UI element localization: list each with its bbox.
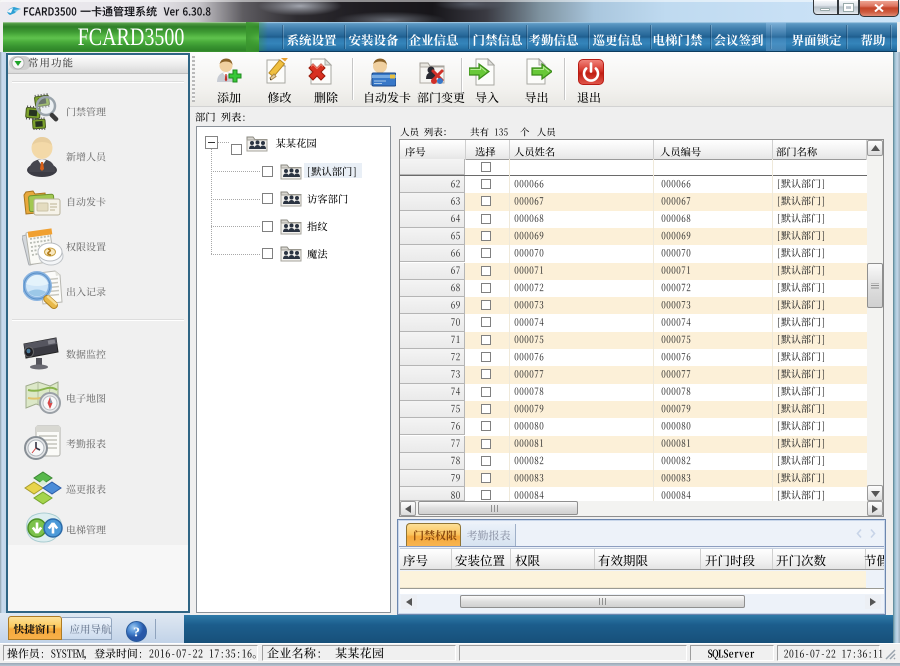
svg-text:?: ? (133, 626, 140, 641)
